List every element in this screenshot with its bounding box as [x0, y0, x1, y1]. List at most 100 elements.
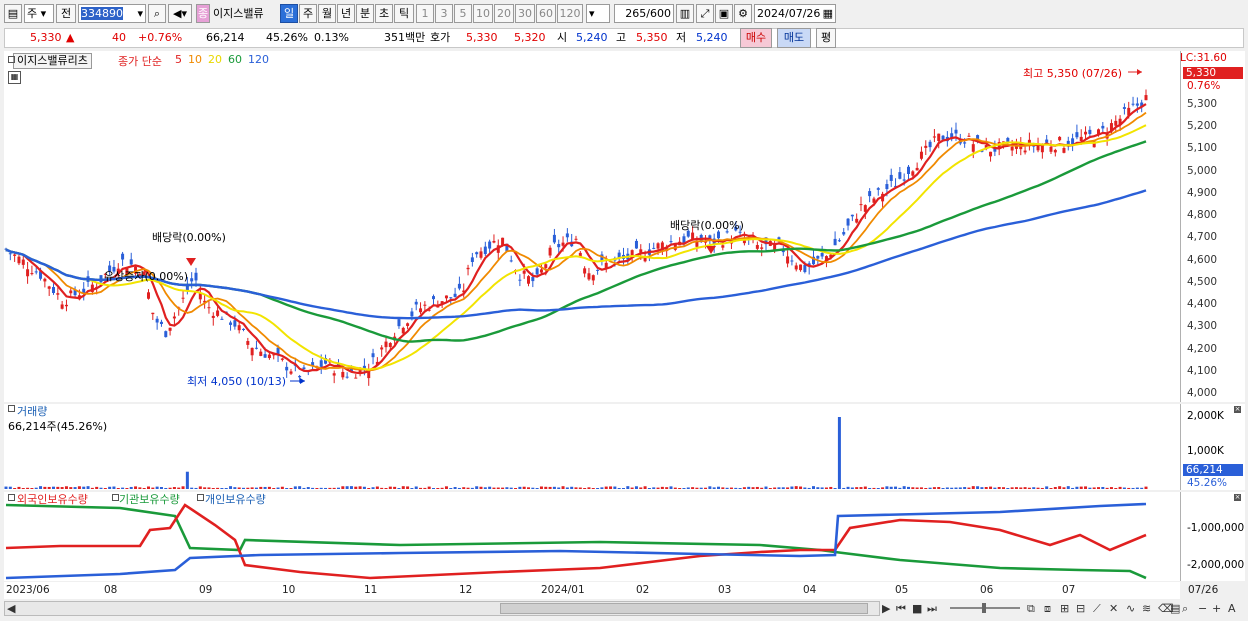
candle-body [1053, 149, 1057, 153]
scroll-left-icon[interactable]: ◀ [7, 602, 15, 615]
low-arrow-head [300, 378, 305, 384]
candle-body [457, 283, 461, 289]
line-tool-icon[interactable]: ⟋ [1093, 602, 1101, 616]
volume-bar [539, 486, 543, 489]
volume-bar [207, 487, 211, 489]
volume-bar [423, 487, 427, 489]
volume-bar [488, 486, 492, 489]
price-tick: 4,400 [1187, 298, 1218, 311]
volume-bar [945, 487, 949, 489]
forward-icon[interactable]: ⏭ [927, 602, 937, 616]
scroll-right-icon[interactable]: ▶ [882, 602, 890, 615]
layout-icon[interactable]: ⧉ [1027, 602, 1035, 616]
candle-body [518, 279, 522, 281]
volume-bar [1109, 487, 1113, 489]
candle-body [971, 144, 975, 152]
zoom-slider-handle[interactable] [982, 603, 986, 613]
zoom-out-icon[interactable]: − [1198, 602, 1207, 615]
volume-bar [859, 487, 863, 489]
volume-bar [1027, 487, 1031, 489]
holding-menu-icon[interactable] [8, 494, 15, 501]
volume-bar [103, 488, 107, 489]
candle-body [466, 267, 470, 270]
candle-body [937, 133, 941, 141]
indicator-label: 종가 단순 [118, 55, 162, 68]
volume-bar [799, 486, 803, 489]
candle-body [928, 141, 932, 148]
volume-bar [289, 488, 293, 489]
chart-type-icon[interactable]: ⊟ [1076, 602, 1085, 615]
volume-close-icon[interactable]: × [1234, 406, 1241, 413]
candle-body [561, 242, 565, 246]
dividend-marker-1 [186, 258, 196, 266]
volume-bar [138, 487, 142, 489]
holding-close-icon[interactable]: × [1234, 494, 1241, 501]
candle-body [69, 290, 73, 294]
candle-body [155, 318, 159, 323]
wave-tool-icon[interactable]: ∿ [1126, 602, 1135, 615]
volume-bar [941, 487, 945, 489]
volume-bar [980, 487, 984, 489]
candle-body [397, 319, 401, 327]
cross-tool-icon[interactable]: ✕ [1109, 602, 1118, 615]
scrollbar-thumb[interactable] [500, 603, 868, 614]
candle-body [470, 257, 474, 262]
volume-bar [768, 487, 772, 489]
price-tick: 4,200 [1187, 342, 1218, 355]
volume-tick-1000k: 1,000K [1187, 445, 1224, 457]
volume-menu-icon[interactable] [8, 405, 15, 412]
volume-bar [1118, 486, 1122, 489]
rewind-icon[interactable]: ⏮ [896, 602, 906, 616]
volume-bar [604, 486, 608, 489]
ma-20-label: 20 [208, 53, 222, 66]
compare-icon[interactable]: ⧈ [1044, 602, 1051, 616]
volume-bar [332, 487, 336, 489]
volume-bar [708, 486, 712, 489]
fib-tool-icon[interactable]: ≋ [1142, 602, 1151, 615]
volume-bar [993, 487, 997, 489]
candle-body [475, 252, 479, 255]
candle-body [548, 247, 552, 256]
volume-bar [1092, 487, 1096, 489]
candle-body [1084, 131, 1088, 135]
volume-bar [440, 487, 444, 489]
volume-bar [1006, 488, 1010, 489]
price-tick: 4,700 [1187, 231, 1218, 244]
grid-icon[interactable]: ⊞ [1060, 602, 1069, 615]
volume-bar [613, 486, 617, 489]
volume-bar [21, 488, 25, 489]
candle-body [915, 167, 919, 171]
zoom-in-icon[interactable]: + [1212, 602, 1221, 615]
volume-bar [751, 487, 755, 489]
volume-bar [846, 486, 850, 489]
volume-bar [837, 417, 841, 489]
candle-body [151, 312, 155, 315]
volume-bar [695, 487, 699, 489]
panel-menu-icon[interactable] [8, 56, 15, 63]
zoom-search-icon[interactable]: ⌕ [1182, 602, 1188, 616]
layers-icon[interactable]: ▤ [1170, 602, 1180, 615]
volume-bar [298, 486, 302, 489]
institution-menu-icon[interactable] [112, 494, 119, 501]
volume-bar [462, 487, 466, 489]
volume-bar [1045, 486, 1049, 489]
ma-10-label: 10 [188, 53, 202, 66]
price-tick: 4,300 [1187, 320, 1218, 333]
volume-bar [436, 488, 440, 489]
x-label-06: 06 [980, 584, 994, 596]
stop-icon[interactable]: ■ [912, 602, 922, 615]
individual-legend: 개인보유수량 [205, 493, 266, 506]
text-tool-icon[interactable]: A [1228, 602, 1236, 615]
panel-table-icon[interactable]: ▦ [8, 71, 21, 84]
individual-menu-icon[interactable] [197, 494, 204, 501]
candle-body [56, 293, 60, 295]
volume-bar [747, 486, 751, 489]
candle-body [263, 354, 267, 358]
candle-body [1101, 125, 1105, 129]
volume-bar [26, 487, 30, 489]
volume-bar [328, 487, 332, 489]
volume-bar [254, 487, 258, 489]
chart-canvas [4, 69, 1148, 580]
volume-bar [233, 487, 237, 489]
volume-bar [514, 488, 518, 489]
